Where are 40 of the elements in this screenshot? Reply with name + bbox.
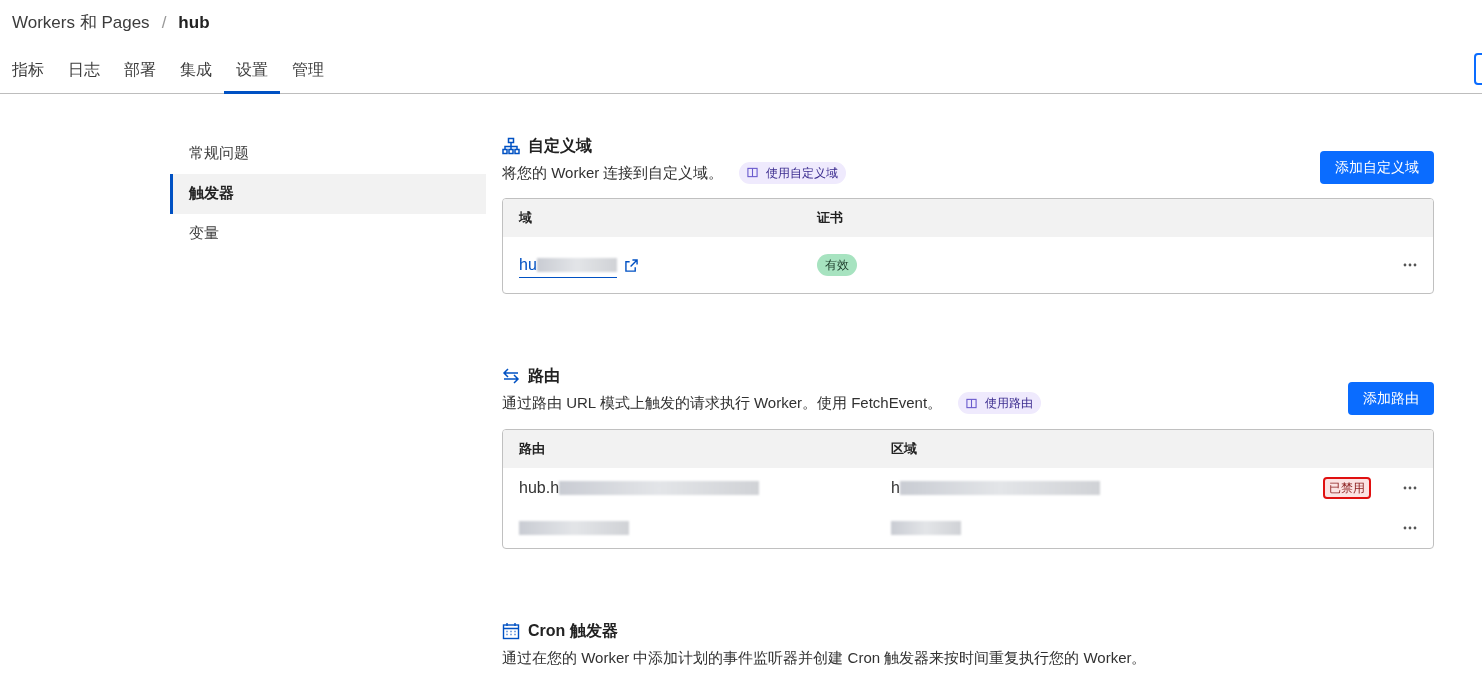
add-button[interactable]: 添加自定义域: [1320, 151, 1434, 184]
sidebar-item[interactable]: 变量: [170, 213, 486, 254]
sitemap-icon: [502, 136, 520, 155]
section-title: 路由: [528, 366, 560, 386]
external-link-icon[interactable]: [624, 258, 638, 272]
swap-arrows-icon: [502, 367, 520, 385]
table-cell-text: hub.h: [519, 477, 560, 498]
sidebar-item[interactable]: 常规问题: [170, 133, 486, 174]
column-header: 区域: [891, 439, 918, 458]
tab[interactable]: 指标: [0, 49, 56, 94]
column-header: 路由: [519, 439, 546, 458]
section-description: 通过在您的 Worker 中添加计划的事件监听器并创建 Cron 触发器来按时间重复执行您的 Worker。: [502, 647, 1147, 668]
breadcrumb-current: hub: [178, 12, 210, 34]
add-button[interactable]: 添加路由: [1348, 381, 1434, 415]
breadcrumb-link[interactable]: Workers 和 Pages: [12, 10, 150, 36]
book-icon: [966, 397, 978, 409]
calendar-icon: [502, 621, 520, 640]
tab[interactable]: 设置: [224, 49, 280, 94]
table-cell-text: h: [891, 477, 900, 498]
docs-link[interactable]: 使用自定义域: [739, 161, 847, 184]
status-badge: 已禁用: [1325, 478, 1369, 497]
domain-link[interactable]: hu: [519, 252, 617, 278]
section-title: 自定义域: [528, 135, 592, 156]
section-description: 将您的 Worker 连接到自定义域。: [502, 162, 724, 183]
sidebar-item[interactable]: 触发器: [170, 173, 486, 214]
docs-link[interactable]: 使用路由: [958, 392, 1042, 415]
tab[interactable]: 集成: [168, 49, 224, 94]
book-icon: [747, 167, 759, 179]
tab[interactable]: 日志: [56, 49, 112, 94]
breadcrumb-separator: /: [160, 12, 168, 34]
column-header: 证书: [817, 209, 844, 228]
section-title: Cron 触发器: [528, 620, 618, 641]
tab[interactable]: 管理: [280, 49, 336, 94]
more-options-icon[interactable]: [1403, 485, 1417, 490]
column-header: 域: [519, 209, 533, 228]
tab[interactable]: 部署: [112, 49, 168, 94]
more-options-icon[interactable]: [1403, 525, 1417, 530]
status-badge: 有效: [817, 254, 857, 276]
section-description: 通过路由 URL 模式上触发的请求执行 Worker。使用 FetchEvent。: [502, 393, 943, 413]
more-options-icon[interactable]: [1403, 263, 1417, 267]
